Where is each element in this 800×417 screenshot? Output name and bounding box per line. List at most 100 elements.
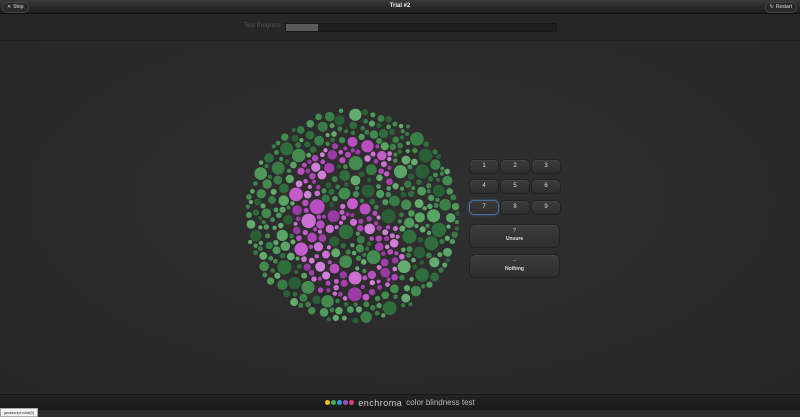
plate-dot-ground — [281, 133, 289, 141]
plate-dot-ground — [436, 153, 442, 159]
plate-dot-figure — [324, 162, 335, 174]
plate-dot-figure — [357, 225, 364, 232]
plate-dot-figure — [387, 151, 393, 157]
plate-dot-ground — [446, 188, 453, 195]
plate-dot-ground — [349, 108, 362, 121]
unsure-button[interactable]: ? Unsure — [469, 224, 560, 248]
plate-dot-ground — [403, 217, 415, 229]
plate-dot-ground — [260, 203, 266, 209]
plate-dot-ground — [253, 243, 258, 248]
digit-button-5[interactable]: 5 — [500, 179, 530, 194]
plate-dot-ground — [329, 202, 335, 207]
plate-dot-figure — [389, 238, 399, 248]
brand-dot-4 — [343, 400, 349, 405]
plate-dot-ground — [376, 138, 383, 144]
plate-dot-figure — [326, 288, 331, 293]
plate-dot-ground — [295, 142, 301, 148]
plate-dot-figure — [314, 190, 321, 197]
plate-dot-ground — [288, 276, 301, 290]
plate-dot-ground — [248, 199, 254, 205]
progress-label: Test Progress — [244, 23, 281, 29]
plate-dot-ground — [355, 266, 360, 271]
plate-dot-ground — [392, 182, 399, 190]
plate-dot-ground — [406, 252, 412, 258]
plate-dot-ground — [400, 129, 405, 134]
plate-dot-figure — [297, 167, 305, 175]
plate-dot-ground — [264, 153, 274, 163]
digit-button-4[interactable]: 4 — [469, 179, 499, 194]
plate-dot-ground — [264, 163, 269, 169]
plate-dot-ground — [280, 241, 291, 252]
plate-dot-figure — [314, 254, 319, 259]
plate-dot-ground — [295, 256, 300, 261]
plate-dot-ground — [400, 191, 407, 198]
plate-dot-figure — [362, 293, 370, 301]
plate-dot-ground — [252, 209, 260, 216]
digit-button-2[interactable]: 2 — [500, 159, 530, 174]
plate-dot-ground — [382, 199, 389, 206]
plate-dot-ground — [404, 180, 412, 188]
digit-button-8[interactable]: 8 — [500, 200, 530, 215]
plate-dot-ground — [331, 176, 338, 183]
plate-dot-ground — [455, 211, 460, 216]
plate-dot-figure — [347, 198, 358, 210]
plate-dot-figure — [316, 184, 321, 190]
digit-button-9[interactable]: 9 — [531, 200, 561, 215]
plate-dot-ground — [401, 247, 406, 253]
plate-dot-ground — [432, 172, 438, 178]
plate-dot-ground — [360, 125, 366, 131]
plate-dot-figure — [307, 184, 313, 190]
plate-dot-figure — [360, 284, 365, 290]
plate-dot-ground — [407, 164, 413, 170]
plate-dot-ground — [433, 202, 439, 208]
plate-dot-ground — [408, 210, 415, 217]
plate-dot-figure — [295, 216, 301, 222]
plate-dot-ground — [290, 298, 299, 306]
plate-dot-ground — [261, 208, 272, 219]
plate-dot-ground — [346, 306, 354, 314]
plate-dot-ground — [262, 179, 272, 189]
plate-dot-ground — [421, 284, 426, 289]
plate-dot-figure — [307, 232, 317, 243]
plate-dot-figure — [347, 287, 362, 302]
plate-dot-ground — [329, 123, 335, 129]
plate-dot-figure — [361, 140, 374, 153]
plate-dot-figure — [341, 215, 347, 221]
plate-dot-ground — [283, 290, 291, 298]
plate-dot-figure — [303, 263, 311, 271]
plate-dot-figure — [308, 244, 313, 249]
plate-dot-ground — [270, 217, 276, 223]
plate-dot-ground — [272, 246, 281, 255]
plate-dot-ground — [331, 131, 337, 137]
plate-dot-ground — [381, 313, 386, 318]
plate-dot-ground — [454, 219, 460, 225]
digit-button-6[interactable]: 6 — [531, 179, 561, 194]
plate-dot-ground — [376, 122, 382, 129]
plate-dot-ground — [427, 209, 441, 223]
brand-dot-5 — [349, 400, 355, 405]
plate-dot-figure — [376, 279, 381, 284]
plate-dot-ground — [279, 206, 286, 213]
plate-dot-ground — [397, 149, 403, 154]
digit-button-3[interactable]: 3 — [531, 159, 561, 174]
plate-dot-ground — [446, 224, 451, 229]
digit-button-7[interactable]: 7 — [469, 200, 499, 215]
plate-dot-ground — [422, 206, 427, 211]
nothing-button[interactable]: – Nothing — [469, 254, 560, 278]
restart-button[interactable]: ↻ Restart — [764, 2, 797, 13]
plate-dot-ground — [263, 224, 270, 230]
plate-dot-ground — [385, 191, 392, 198]
plate-dot-ground — [414, 212, 425, 223]
plate-dot-ground — [408, 302, 413, 307]
plate-dot-ground — [365, 164, 377, 176]
plate-dot-figure — [384, 171, 390, 177]
plate-dot-ground — [378, 129, 389, 139]
digit-button-1[interactable]: 1 — [469, 159, 499, 174]
plate-dot-ground — [314, 135, 325, 146]
plate-dot-ground — [413, 246, 426, 259]
plate-dot-ground — [393, 165, 408, 179]
plate-dot-ground — [366, 241, 372, 246]
plate-dot-figure — [395, 234, 400, 239]
plate-dot-ground — [279, 156, 284, 161]
plate-dot-figure — [339, 209, 345, 215]
